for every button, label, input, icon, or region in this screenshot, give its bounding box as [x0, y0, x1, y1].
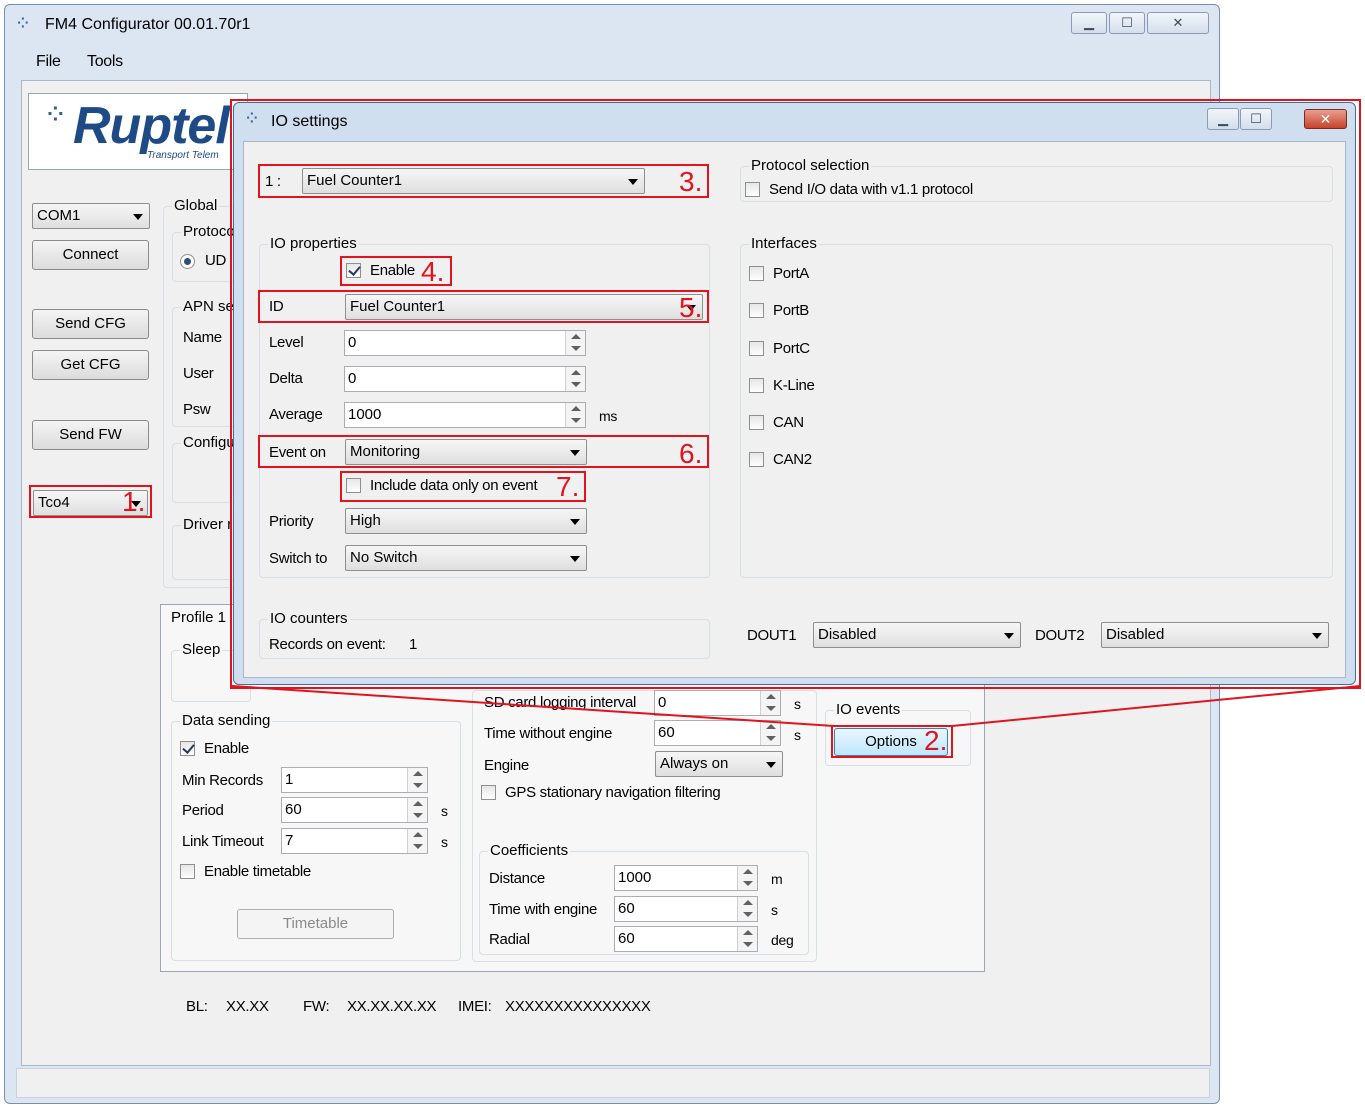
annotation-box-3: [258, 164, 709, 198]
switch-to-label: Switch to: [269, 550, 328, 567]
interface-portb-label: PortB: [773, 302, 810, 319]
interface-can-checkbox[interactable]: [749, 415, 764, 430]
interface-kline-checkbox[interactable]: [749, 378, 764, 393]
send-v11-checkbox[interactable]: [745, 182, 760, 197]
level-input[interactable]: 0: [344, 330, 586, 356]
annotation-box-6: [258, 435, 709, 468]
interface-portb-checkbox[interactable]: [749, 303, 764, 318]
interface-kline-label: K-Line: [773, 377, 815, 394]
annotation-number-1: 1.: [122, 486, 146, 517]
chevron-down-icon: [1004, 633, 1014, 639]
dout1-label: DOUT1: [747, 627, 797, 644]
interface-porta-checkbox[interactable]: [749, 266, 764, 281]
average-unit: ms: [599, 408, 618, 424]
interface-portc-label: PortC: [773, 340, 810, 357]
send-v11-label: Send I/O data with v1.1 protocol: [769, 181, 973, 198]
annotation-box-5: [258, 290, 709, 323]
interfaces-group: Interfaces: [740, 235, 1333, 578]
interface-can-label: CAN: [773, 414, 804, 431]
delta-label: Delta: [269, 370, 303, 387]
annotation-number-6: 6.: [679, 438, 703, 469]
priority-label: Priority: [269, 513, 314, 530]
dout2-label: DOUT2: [1035, 627, 1085, 644]
delta-input[interactable]: 0: [344, 366, 586, 392]
level-label: Level: [269, 334, 304, 351]
spinner-icon[interactable]: [565, 367, 585, 391]
dout2-select[interactable]: Disabled: [1101, 622, 1329, 648]
annotation-number-3: 3.: [679, 166, 703, 197]
annotation-number-7: 7.: [556, 471, 580, 502]
chevron-down-icon: [570, 519, 580, 525]
interface-porta-label: PortA: [773, 265, 810, 282]
interface-portc-checkbox[interactable]: [749, 341, 764, 356]
interface-can2-checkbox[interactable]: [749, 452, 764, 467]
annotation-number-2: 2.: [924, 725, 948, 756]
dout1-select[interactable]: Disabled: [813, 622, 1021, 648]
interface-can2-label: CAN2: [773, 451, 812, 468]
annotation-box-7: [340, 471, 586, 502]
annotation-number-5: 5.: [679, 292, 703, 323]
switch-to-select[interactable]: No Switch: [345, 545, 587, 571]
priority-select[interactable]: High: [345, 508, 587, 534]
average-input[interactable]: 1000: [344, 402, 586, 428]
chevron-down-icon: [570, 556, 580, 562]
spinner-icon[interactable]: [565, 331, 585, 355]
annotation-number-4: 4.: [421, 256, 445, 287]
records-on-event-label: Records on event:: [269, 636, 386, 653]
records-on-event-value: 1: [409, 636, 418, 653]
average-label: Average: [269, 406, 323, 423]
chevron-down-icon: [1312, 633, 1322, 639]
spinner-icon[interactable]: [565, 403, 585, 427]
